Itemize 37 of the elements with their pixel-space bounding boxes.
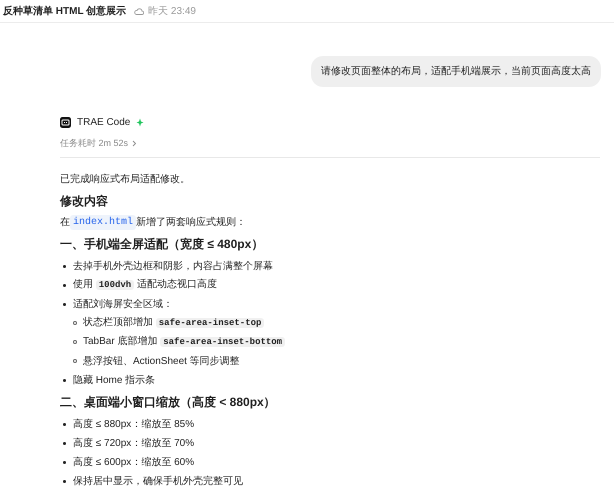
bullet-icon xyxy=(63,378,66,382)
task-duration-toggle[interactable]: 任务耗时 2m 52s xyxy=(60,137,138,150)
list-item-text: 隐藏 Home 指示条 xyxy=(73,374,156,388)
list-item-text: TabBar 底部增加 safe-area-inset-bottom xyxy=(83,334,286,350)
paragraph-text: 在 index.html 新增了两套响应式规则： xyxy=(60,214,248,232)
chevron-icon xyxy=(132,140,138,148)
assistant-logo-icon xyxy=(60,116,71,128)
list-item-text: 高度 ≤ 880px：缩放至 85% xyxy=(73,418,194,432)
list-item-text: 使用 100dvh 适配动态视口高度 xyxy=(73,278,217,292)
list-item-text: 悬浮按钮、ActionSheet 等同步调整 xyxy=(83,354,240,368)
section-heading: 修改内容 xyxy=(60,193,109,210)
section-heading: 二、桌面端小窗口缩放（高度 < 880px） xyxy=(60,394,277,411)
file-link[interactable]: index.html xyxy=(70,215,136,230)
conversation-title: 反种草清单 HTML 创意展示 xyxy=(3,4,126,18)
hollow-bullet-icon xyxy=(73,340,77,344)
user-message: 请修改页面整体的布局，适配手机端展示，当前页面高度太高 xyxy=(311,56,601,87)
bullet-icon xyxy=(63,480,66,482)
bullet-icon xyxy=(63,284,66,286)
cloud-icon xyxy=(134,8,144,14)
bullet-icon xyxy=(63,302,66,306)
list-item-text: 高度 ≤ 720px：缩放至 70% xyxy=(73,436,194,450)
list-item-text: 适配刘海屏安全区域： xyxy=(73,298,173,312)
list-item-text: 状态栏顶部增加 safe-area-inset-top xyxy=(83,315,264,331)
assistant-name: TRAE Code xyxy=(77,116,130,130)
timestamp: 昨天 23:49 xyxy=(148,4,196,18)
sparkle-icon xyxy=(136,118,144,126)
hollow-bullet-icon xyxy=(73,359,77,363)
section-heading: 一、手机端全屏适配（宽度 ≤ 480px） xyxy=(60,236,264,253)
bullet-icon xyxy=(63,422,66,426)
hollow-bullet-icon xyxy=(73,321,77,325)
bullet-icon xyxy=(63,264,66,268)
list-item-text: 保持居中显示，确保手机外壳完整可见 xyxy=(73,474,243,488)
bullet-icon xyxy=(63,460,66,464)
list-item-text: 高度 ≤ 600px：缩放至 60% xyxy=(73,456,194,470)
bullet-icon xyxy=(63,442,66,444)
paragraph-text: 已完成响应式布局适配修改。 xyxy=(60,172,191,187)
list-item-text: 去掉手机外壳边框和阴影，内容占满整个屏幕 xyxy=(73,260,273,274)
